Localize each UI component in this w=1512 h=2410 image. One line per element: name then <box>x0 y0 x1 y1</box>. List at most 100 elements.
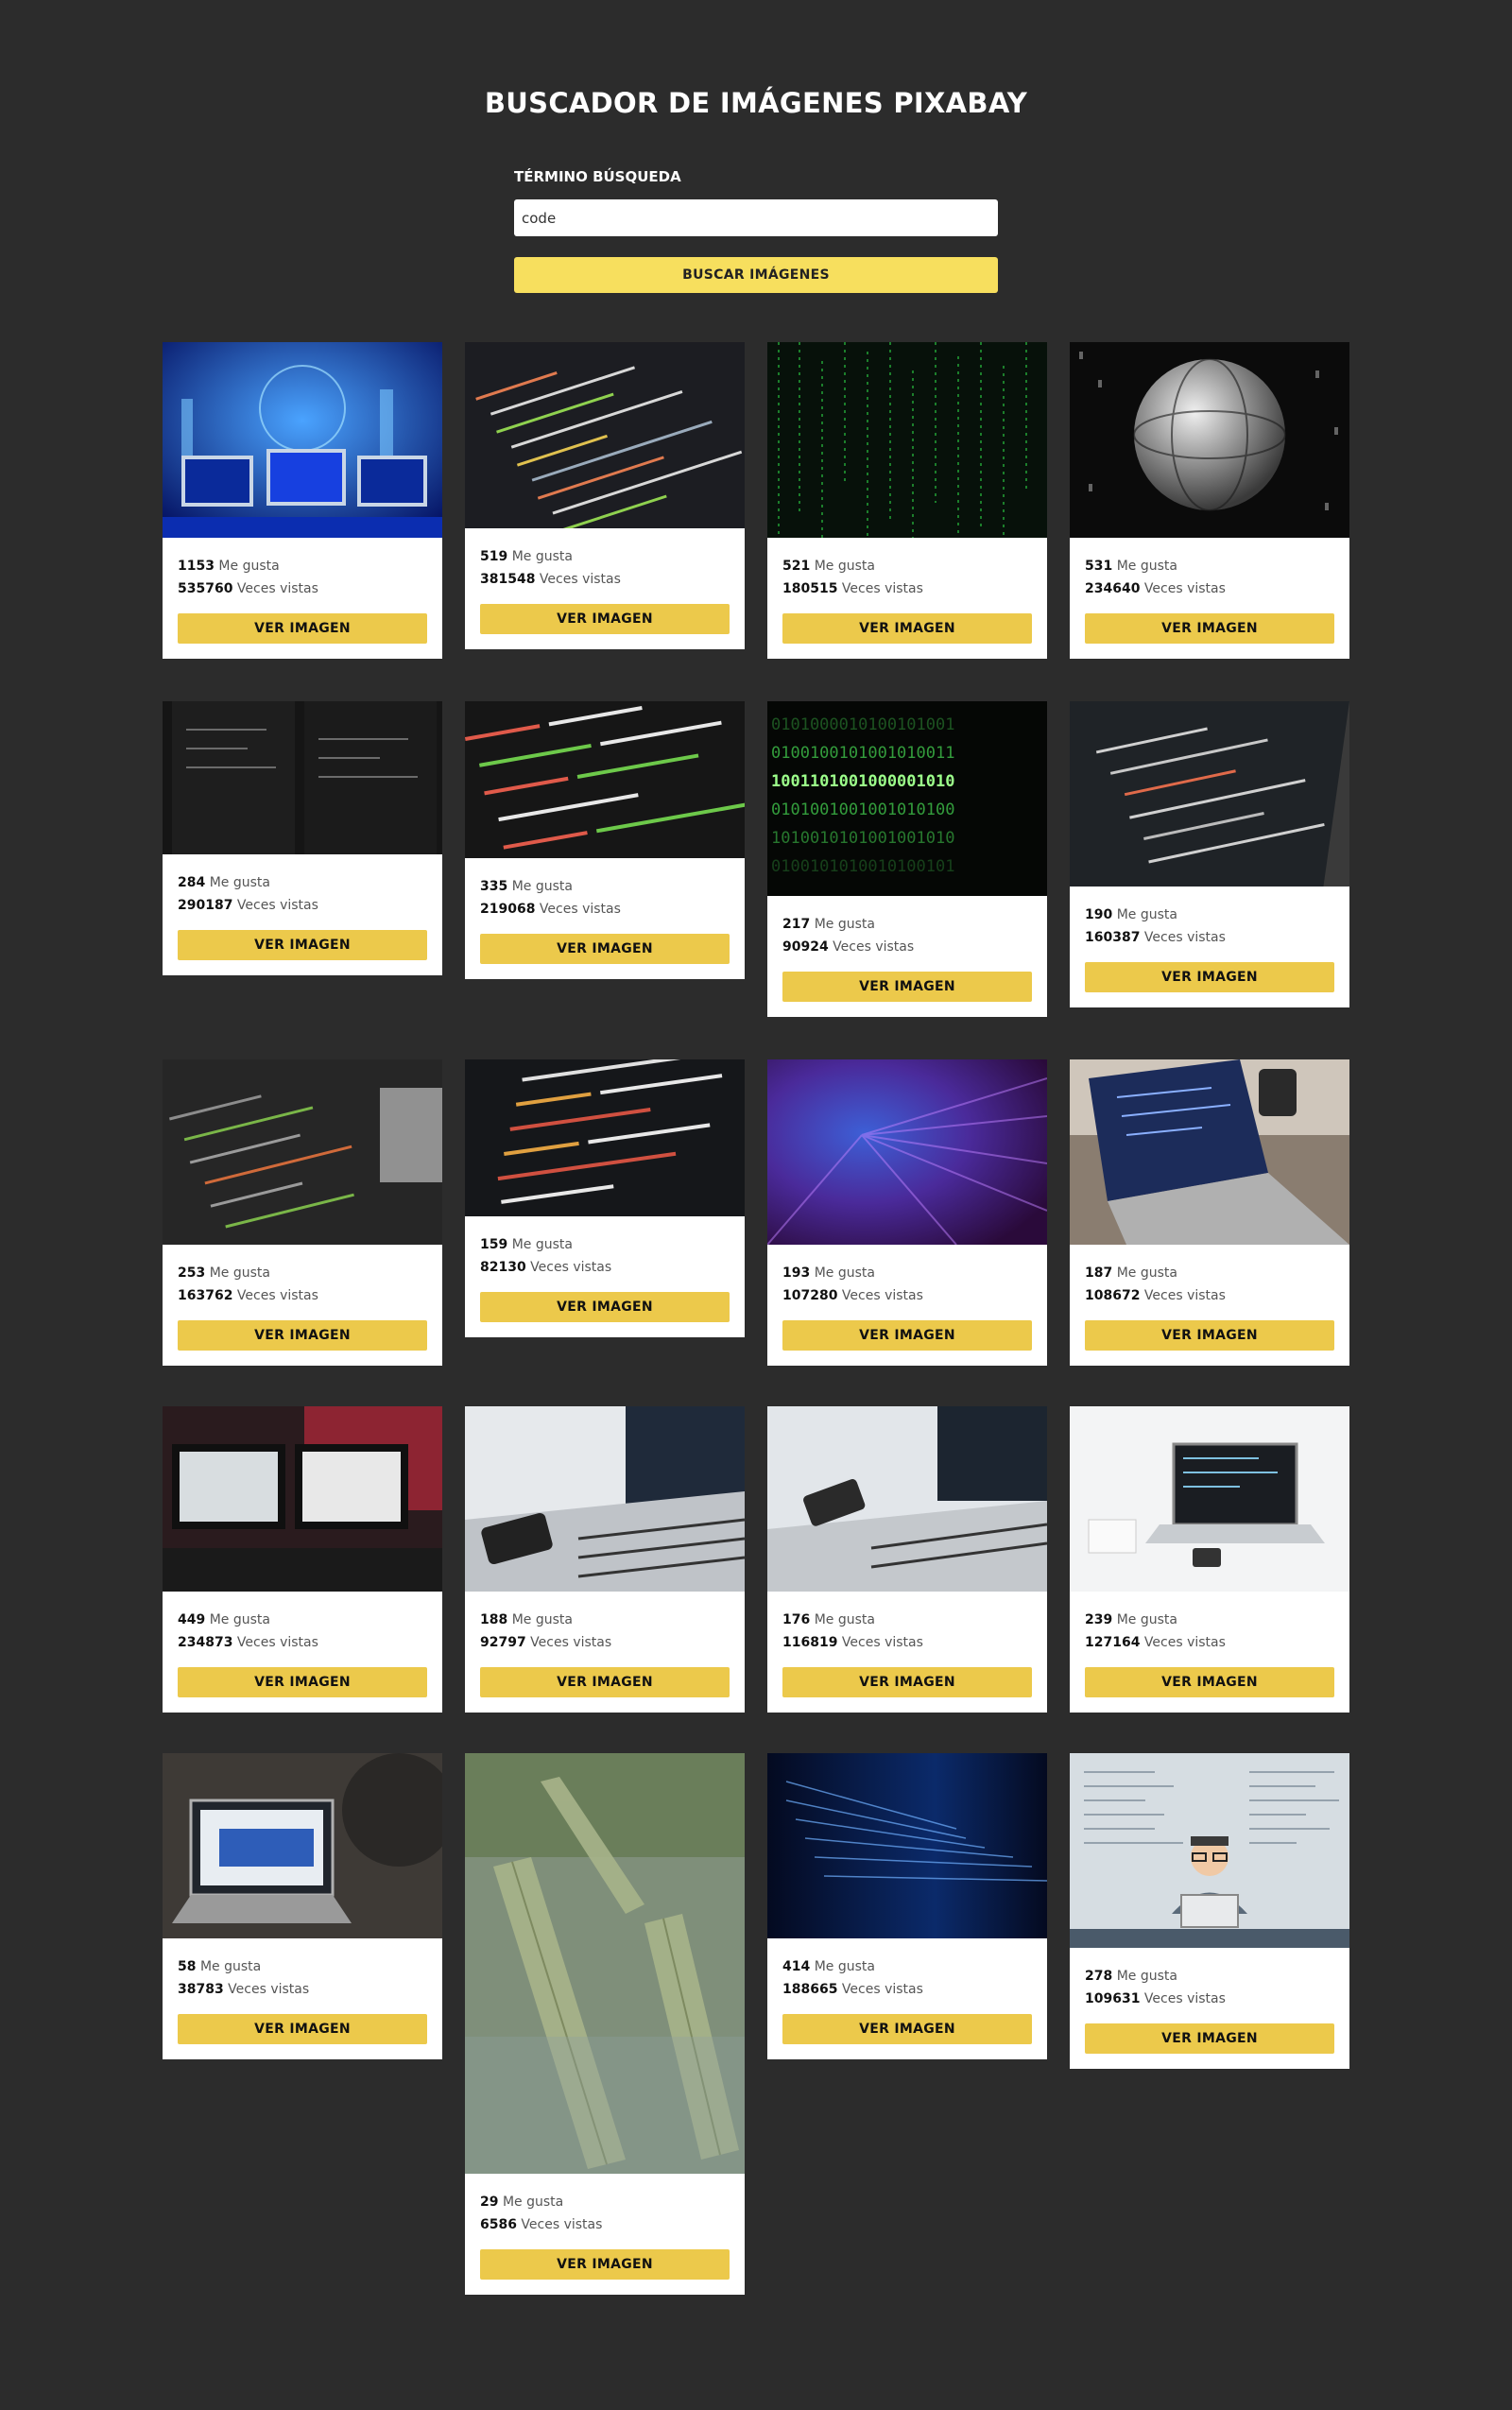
image-thumbnail <box>1070 1753 1349 1948</box>
card-stats: 159 Me gusta 82130 Veces vistas <box>465 1216 745 1279</box>
view-image-button[interactable]: VER IMAGEN <box>1085 613 1334 644</box>
views-count: 234640 <box>1085 581 1141 596</box>
image-thumbnail <box>465 1406 745 1592</box>
views-label: Veces vistas <box>1143 930 1226 945</box>
view-image-button[interactable]: VER IMAGEN <box>178 1667 427 1697</box>
views-row: 108672 Veces vistas <box>1085 1284 1334 1307</box>
view-image-button[interactable]: VER IMAGEN <box>782 613 1032 644</box>
views-count: 82130 <box>480 1260 526 1275</box>
views-label: Veces vistas <box>236 1635 318 1650</box>
image-thumbnail <box>163 1753 442 1938</box>
views-count: 188665 <box>782 1982 838 1997</box>
views-count: 92797 <box>480 1635 526 1650</box>
view-image-button[interactable]: VER IMAGEN <box>178 2014 427 2044</box>
likes-label: Me gusta <box>502 2195 564 2210</box>
likes-count: 188 <box>480 1612 508 1627</box>
views-label: Veces vistas <box>228 1982 310 1997</box>
views-count: 127164 <box>1085 1635 1141 1650</box>
likes-row: 176 Me gusta <box>782 1609 1032 1631</box>
search-input[interactable] <box>514 199 998 236</box>
view-image-button[interactable]: VER IMAGEN <box>480 1292 730 1322</box>
views-count: 109631 <box>1085 1991 1141 2006</box>
views-count: 163762 <box>178 1288 233 1303</box>
image-thumbnail <box>465 1059 745 1216</box>
views-row: 219068 Veces vistas <box>480 898 730 921</box>
search-label: TÉRMINO BÚSQUEDA <box>514 168 681 185</box>
view-image-button[interactable]: VER IMAGEN <box>782 1320 1032 1351</box>
views-row: 234873 Veces vistas <box>178 1631 427 1654</box>
views-row: 160387 Veces vistas <box>1085 926 1334 949</box>
views-count: 107280 <box>782 1288 838 1303</box>
views-row: 82130 Veces vistas <box>480 1256 730 1279</box>
views-label: Veces vistas <box>833 939 915 955</box>
image-card: 58 Me gusta 38783 Veces vistas VER IMAGE… <box>163 1753 442 2059</box>
likes-row: 159 Me gusta <box>480 1233 730 1256</box>
views-row: 6586 Veces vistas <box>480 2213 730 2236</box>
card-stats: 531 Me gusta 234640 Veces vistas <box>1070 538 1349 600</box>
likes-count: 521 <box>782 559 811 574</box>
likes-label: Me gusta <box>814 559 875 574</box>
card-stats: 239 Me gusta 127164 Veces vistas <box>1070 1592 1349 1654</box>
view-image-button[interactable]: VER IMAGEN <box>480 2249 730 2280</box>
card-stats: 414 Me gusta 188665 Veces vistas <box>767 1938 1047 2001</box>
views-count: 6586 <box>480 2217 517 2232</box>
view-image-button[interactable]: VER IMAGEN <box>178 613 427 644</box>
views-label: Veces vistas <box>521 2217 603 2232</box>
card-stats: 253 Me gusta 163762 Veces vistas <box>163 1245 442 1307</box>
view-image-button[interactable]: VER IMAGEN <box>1085 1667 1334 1697</box>
likes-row: 284 Me gusta <box>178 871 427 894</box>
likes-row: 278 Me gusta <box>1085 1965 1334 1988</box>
image-thumbnail <box>767 1753 1047 1938</box>
views-row: 109631 Veces vistas <box>1085 1988 1334 2010</box>
views-row: 107280 Veces vistas <box>782 1284 1032 1307</box>
image-thumbnail <box>163 1406 442 1592</box>
likes-row: 253 Me gusta <box>178 1262 427 1284</box>
search-button[interactable]: BUSCAR IMÁGENES <box>514 257 998 293</box>
likes-label: Me gusta <box>209 1612 270 1627</box>
view-image-button[interactable]: VER IMAGEN <box>480 604 730 634</box>
views-count: 535760 <box>178 581 233 596</box>
views-row: 127164 Veces vistas <box>1085 1631 1334 1654</box>
view-image-button[interactable]: VER IMAGEN <box>178 930 427 960</box>
views-count: 90924 <box>782 939 829 955</box>
card-stats: 58 Me gusta 38783 Veces vistas <box>163 1938 442 2001</box>
view-image-button[interactable]: VER IMAGEN <box>782 1667 1032 1697</box>
image-thumbnail <box>465 701 745 858</box>
view-image-button[interactable]: VER IMAGEN <box>480 1667 730 1697</box>
view-image-button[interactable]: VER IMAGEN <box>1085 1320 1334 1351</box>
svg-text:1010010101001001010: 1010010101001001010 <box>771 829 954 848</box>
image-card: 521 Me gusta 180515 Veces vistas VER IMA… <box>767 342 1047 659</box>
image-card: 239 Me gusta 127164 Veces vistas VER IMA… <box>1070 1406 1349 1713</box>
views-row: 38783 Veces vistas <box>178 1978 427 2001</box>
views-row: 180515 Veces vistas <box>782 577 1032 600</box>
views-count: 381548 <box>480 572 536 587</box>
view-image-button[interactable]: VER IMAGEN <box>480 934 730 964</box>
image-card: 188 Me gusta 92797 Veces vistas VER IMAG… <box>465 1406 745 1713</box>
card-stats: 1153 Me gusta 535760 Veces vistas <box>163 538 442 600</box>
views-label: Veces vistas <box>236 898 318 913</box>
likes-count: 284 <box>178 875 206 890</box>
image-thumbnail <box>1070 701 1349 887</box>
views-label: Veces vistas <box>530 1635 612 1650</box>
image-thumbnail <box>465 342 745 528</box>
view-image-button[interactable]: VER IMAGEN <box>782 2014 1032 2044</box>
view-image-button[interactable]: VER IMAGEN <box>1085 2023 1334 2054</box>
view-image-button[interactable]: VER IMAGEN <box>178 1320 427 1351</box>
likes-label: Me gusta <box>511 1612 573 1627</box>
views-row: 188665 Veces vistas <box>782 1978 1032 2001</box>
views-count: 116819 <box>782 1635 838 1650</box>
likes-count: 193 <box>782 1265 811 1281</box>
views-count: 180515 <box>782 581 838 596</box>
likes-label: Me gusta <box>814 1959 875 1974</box>
likes-label: Me gusta <box>1116 1612 1177 1627</box>
likes-count: 449 <box>178 1612 206 1627</box>
views-label: Veces vistas <box>530 1260 612 1275</box>
views-count: 234873 <box>178 1635 233 1650</box>
likes-count: 187 <box>1085 1265 1113 1281</box>
views-label: Veces vistas <box>841 581 923 596</box>
views-count: 160387 <box>1085 930 1141 945</box>
views-count: 108672 <box>1085 1288 1141 1303</box>
view-image-button[interactable]: VER IMAGEN <box>782 972 1032 1002</box>
image-card: 449 Me gusta 234873 Veces vistas VER IMA… <box>163 1406 442 1713</box>
view-image-button[interactable]: VER IMAGEN <box>1085 962 1334 992</box>
